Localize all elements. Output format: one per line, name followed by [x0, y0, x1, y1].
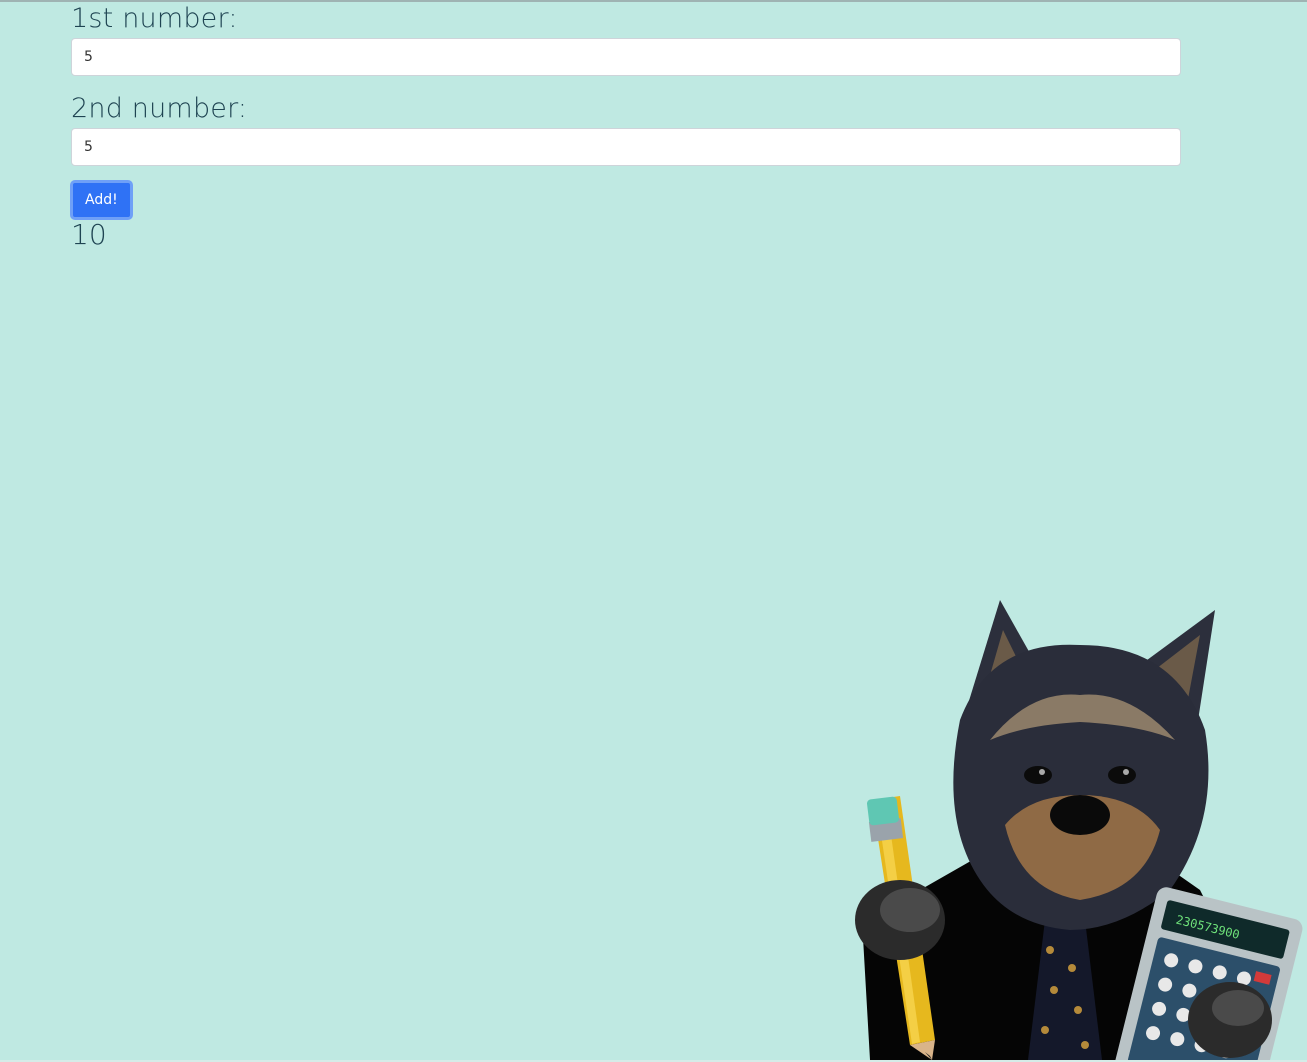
sum-result: 10	[71, 218, 107, 251]
first-number-input[interactable]	[71, 38, 1181, 76]
add-button[interactable]: Add!	[70, 180, 133, 220]
first-number-label: 1st number:	[71, 3, 238, 34]
dog-mascot-illustration: 230573900	[855, 600, 1303, 1062]
second-number-input[interactable]	[71, 128, 1181, 166]
adder-form: 1st number: 2nd number: Add! 10	[70, 0, 1181, 251]
second-number-label: 2nd number:	[71, 93, 248, 124]
